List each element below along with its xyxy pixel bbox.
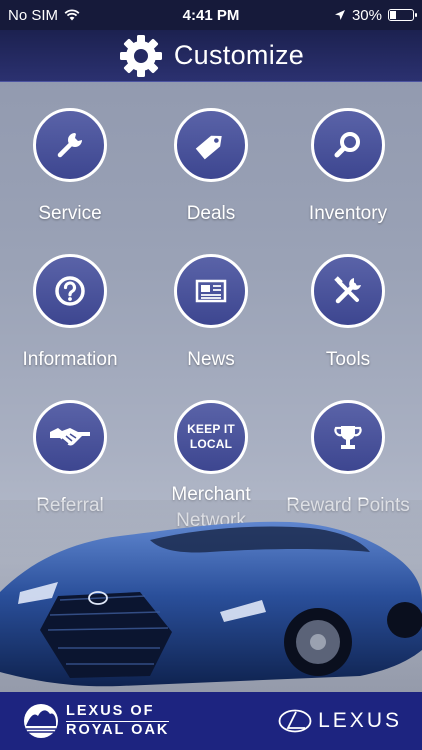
menu-grid: Service Deals Inventory Information News… [0,82,422,692]
question-icon [55,276,85,306]
newspaper-icon [195,279,227,303]
referral-icon-circle[interactable] [33,400,107,474]
header-bar: Customize [0,30,422,82]
tag-icon [195,135,222,160]
menu-item-merchant-network[interactable]: KEEP IT LOCAL Merchant Network [141,400,281,534]
keep-it-local-badge: KEEP IT LOCAL [187,422,235,452]
wifi-icon [64,9,80,21]
dealer-oak-emblem [24,704,58,738]
menu-item-referral[interactable]: Referral [0,400,140,518]
menu-label-tools: Tools [325,349,371,370]
menu-label-service: Service [38,203,102,224]
reward-points-icon-circle[interactable] [311,400,385,474]
information-icon-circle[interactable] [33,254,107,328]
badge-line-1: KEEP IT [187,422,235,436]
menu-label-referral: Referral [36,495,104,516]
dealer-name-line-1: LEXUS OF [66,703,170,722]
news-icon-circle[interactable] [174,254,248,328]
menu-item-deals[interactable]: Deals [141,108,281,226]
dealer-logo[interactable]: LEXUS OF ROYAL OAK [22,702,170,740]
menu-label-news: News [187,349,235,370]
battery-fill [390,11,397,19]
battery-percent: 30% [351,6,382,24]
magnifier-icon [334,132,360,158]
menu-label-information: Information [22,349,118,370]
merchant-network-badge[interactable]: KEEP IT LOCAL [174,400,248,474]
lexus-wordmark: LEXUS [318,709,402,732]
menu-item-news[interactable]: News [141,254,281,372]
inventory-icon-circle[interactable] [311,108,385,182]
dealer-name-line-2: ROYAL OAK [66,722,170,738]
badge-line-2: LOCAL [189,437,233,451]
menu-item-service[interactable]: Service [0,108,140,226]
location-arrow-icon [334,10,345,20]
wrench-icon [57,133,82,158]
carrier-label: No SIM [8,6,59,24]
menu-item-tools[interactable]: Tools [278,254,418,372]
gear-icon[interactable] [118,33,164,79]
status-bar: No SIM 4:41 PM 30% [0,0,422,30]
menu-item-reward-points[interactable]: Reward Points [278,400,418,518]
status-left: No SIM [8,7,80,24]
deals-icon-circle[interactable] [174,108,248,182]
battery-icon [388,9,417,21]
menu-label-merchant-network: Merchant Network [141,482,281,534]
trophy-icon [334,426,362,449]
menu-item-information[interactable]: Information [0,254,140,372]
merchant-label-line-1: Merchant [171,484,251,505]
tools-icon [334,276,361,304]
menu-item-inventory[interactable]: Inventory [278,108,418,226]
menu-label-reward-points: Reward Points [286,495,410,516]
status-right: 30% [334,6,417,24]
page-title: Customize [173,40,305,70]
lexus-emblem-icon [278,709,312,733]
tools-icon-circle[interactable] [311,254,385,328]
lexus-brand-logo: LEXUS [278,709,402,733]
merchant-label-line-2: Network [176,510,246,531]
service-icon-circle[interactable] [33,108,107,182]
footer-bar: LEXUS OF ROYAL OAK LEXUS [0,692,422,750]
menu-label-deals: Deals [186,203,236,224]
dealer-name: LEXUS OF ROYAL OAK [66,703,170,739]
handshake-icon [50,428,90,446]
menu-label-inventory: Inventory [308,203,388,224]
